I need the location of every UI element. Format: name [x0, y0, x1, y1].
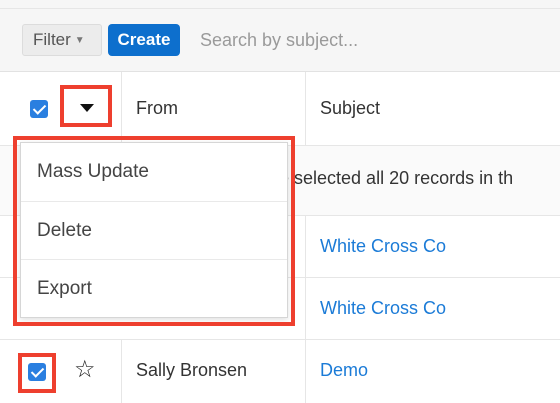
star-icon[interactable]: ☆ — [74, 355, 96, 384]
chevron-down-icon[interactable] — [80, 104, 94, 112]
subject-link[interactable]: White Cross Co — [320, 236, 446, 257]
row-checkbox[interactable] — [28, 363, 46, 381]
column-divider — [305, 340, 306, 403]
table-header-row: From Subject — [0, 72, 560, 146]
subject-link[interactable]: White Cross Co — [320, 298, 446, 319]
column-divider — [305, 278, 306, 340]
search-input[interactable] — [190, 24, 560, 56]
column-divider — [305, 216, 306, 278]
create-button[interactable]: Create — [108, 24, 180, 56]
filter-button[interactable]: Filter ▼ — [22, 24, 102, 56]
from-cell: Sally Bronsen — [136, 360, 248, 380]
column-divider — [121, 72, 122, 146]
column-header-subject[interactable]: Subject — [320, 98, 380, 119]
column-header-from[interactable]: From — [136, 98, 178, 119]
filter-label: Filter — [33, 30, 71, 49]
list-toolbar: Filter ▼ Create — [0, 0, 560, 72]
column-divider — [305, 72, 306, 146]
column-divider — [121, 340, 122, 403]
divider — [0, 8, 560, 9]
dropdown-highlight-box — [13, 136, 295, 326]
selection-notice-text: ve selected all 20 records in th — [270, 168, 514, 188]
chevron-down-icon: ▼ — [74, 35, 85, 46]
table-row[interactable]: ☆ Sally Bronsen Demo — [0, 340, 560, 403]
subject-link[interactable]: Demo — [320, 360, 368, 381]
select-all-checkbox[interactable] — [30, 100, 48, 118]
